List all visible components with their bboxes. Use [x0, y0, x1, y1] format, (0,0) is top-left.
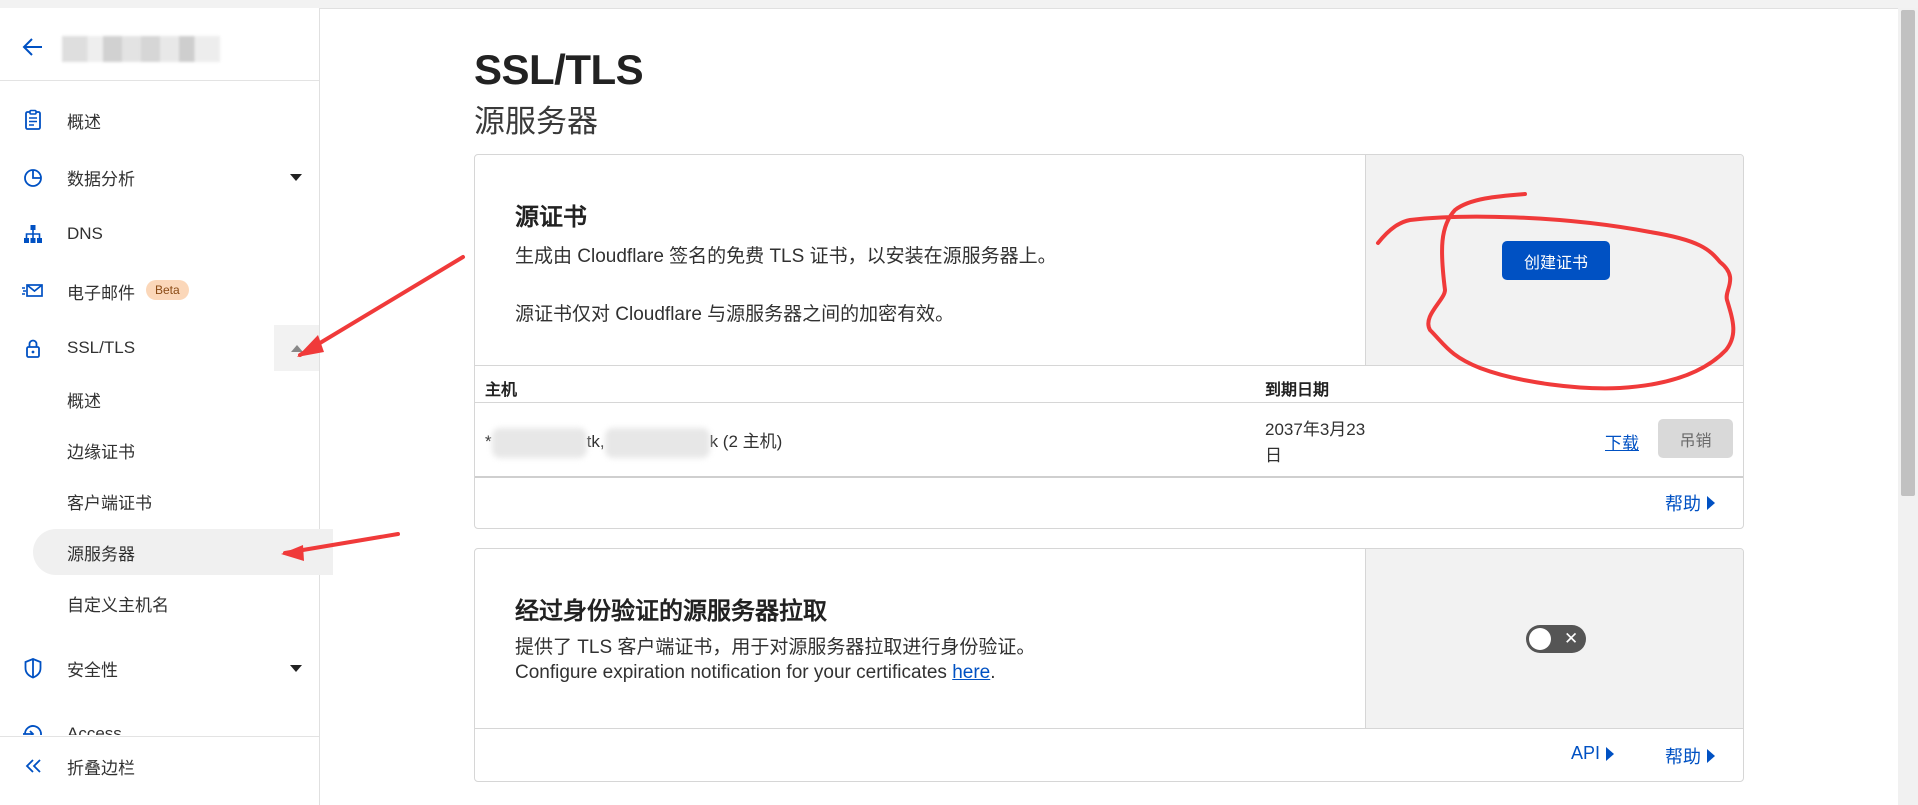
sub-item-label: 边缘证书	[67, 442, 135, 462]
note-text: Configure expiration notification for yo…	[515, 662, 953, 683]
sub-item-label: 概述	[67, 391, 101, 411]
expiry-date-line: 日	[1265, 446, 1282, 465]
shield-icon	[22, 657, 44, 679]
mail-icon	[22, 280, 44, 302]
sidebar: 概述 数据分析 DNS 电子邮件 Beta SSL/TLS 概述 边缘证书 客户…	[0, 8, 333, 805]
authenticated-origin-pulls-card: ✕ 经过身份验证的源服务器拉取 提供了 TLS 客户端证书，用于对源服务器拉取进…	[474, 548, 1744, 782]
sidebar-item-access[interactable]: Access	[0, 711, 319, 735]
api-link[interactable]: API	[1571, 743, 1615, 764]
card-divider	[475, 728, 1743, 729]
host-mid: tk,	[586, 432, 605, 451]
lock-icon	[22, 337, 44, 359]
chevron-up-icon	[291, 345, 303, 352]
help-label: 帮助	[1665, 494, 1701, 514]
download-link[interactable]: 下载	[1605, 429, 1639, 454]
ssl-sub-edge-certificates[interactable]: 边缘证书	[0, 427, 319, 473]
help-link[interactable]: 帮助	[1665, 490, 1715, 516]
expiry-date: 2037年3月23 日	[1265, 417, 1365, 469]
help-label: 帮助	[1665, 747, 1701, 767]
account-name-redacted	[62, 36, 220, 62]
redacted-host	[491, 427, 587, 458]
pie-chart-icon	[22, 166, 44, 188]
beta-badge: Beta	[146, 280, 189, 300]
certificate-hosts: * tk, k (2 主机)	[485, 427, 782, 458]
collapse-section-toggle[interactable]	[274, 325, 319, 371]
sidebar-item-label: 概述	[67, 112, 101, 132]
ssl-sub-custom-hostnames[interactable]: 自定义主机名	[0, 580, 319, 626]
sidebar-scroll-clip: Access	[0, 698, 319, 735]
sidebar-item-ssl-tls[interactable]: SSL/TLS	[0, 325, 319, 371]
toggle-knob	[1529, 628, 1551, 650]
sub-item-label: 自定义主机名	[67, 595, 169, 615]
access-icon	[22, 723, 44, 735]
origin-cert-note: 源证书仅对 Cloudflare 与源服务器之间的加密有效。	[515, 304, 955, 325]
sidebar-item-label: 电子邮件	[67, 283, 135, 303]
here-link[interactable]: here	[952, 662, 990, 683]
annotation-arrow	[298, 255, 465, 357]
triangle-right-icon	[1707, 496, 1715, 510]
aop-description: 提供了 TLS 客户端证书，用于对源服务器拉取进行身份验证。	[515, 637, 1036, 658]
collapse-label: 折叠边栏	[67, 758, 135, 778]
aop-toggle[interactable]: ✕	[1526, 625, 1586, 653]
page-title: SSL/TLS	[474, 46, 644, 93]
origin-cert-description: 生成由 Cloudflare 签名的免费 TLS 证书，以安装在源服务器上。	[515, 246, 1057, 267]
collapse-sidebar-button[interactable]: 折叠边栏	[0, 743, 319, 789]
chevron-down-icon	[290, 173, 302, 181]
origin-certificates-card: 创建证书 源证书 生成由 Cloudflare 签名的免费 TLS 证书，以安装…	[474, 154, 1744, 529]
revoke-button[interactable]: 吊销	[1658, 419, 1733, 458]
back-arrow-icon[interactable]	[20, 34, 46, 60]
document-icon	[22, 109, 44, 131]
table-divider	[475, 402, 1743, 403]
ssl-sub-overview[interactable]: 概述	[0, 376, 319, 422]
sidebar-divider	[0, 80, 319, 81]
origin-cert-heading: 源证书	[515, 204, 587, 231]
sub-item-label: 源服务器	[67, 544, 135, 564]
close-icon: ✕	[1564, 629, 1579, 648]
note-text: .	[990, 662, 996, 683]
sidebar-item-label: DNS	[67, 224, 103, 243]
double-chevron-left-icon	[22, 755, 44, 777]
sidebar-item-label: SSL/TLS	[67, 338, 136, 357]
redacted-host	[604, 427, 710, 458]
expiry-date-line: 2037年3月23	[1265, 420, 1366, 439]
sub-item-label: 客户端证书	[67, 493, 152, 513]
table-divider	[475, 476, 1743, 478]
chevron-down-icon	[290, 664, 302, 672]
network-tree-icon	[22, 223, 44, 245]
sidebar-item-overview[interactable]: 概述	[0, 97, 319, 143]
triangle-right-icon	[1606, 746, 1615, 761]
sidebar-item-analytics[interactable]: 数据分析	[0, 154, 319, 200]
help-link[interactable]: 帮助	[1665, 743, 1715, 769]
sidebar-item-label: Access	[67, 724, 122, 735]
sidebar-item-dns[interactable]: DNS	[0, 211, 319, 257]
sidebar-item-label: 安全性	[67, 660, 118, 680]
column-header-host: 主机	[485, 382, 518, 399]
sidebar-divider	[0, 736, 319, 737]
aop-heading: 经过身份验证的源服务器拉取	[515, 598, 827, 625]
sidebar-item-label: 数据分析	[67, 169, 135, 189]
sidebar-item-email[interactable]: 电子邮件 Beta	[0, 268, 319, 314]
host-prefix: *	[485, 432, 492, 451]
page-subtitle: 源服务器	[474, 104, 598, 139]
column-header-expiry: 到期日期	[1265, 382, 1330, 399]
aop-expiration-note: Configure expiration notification for yo…	[515, 662, 996, 684]
api-label: API	[1571, 743, 1601, 763]
scrollbar-thumb[interactable]	[1901, 10, 1915, 496]
triangle-right-icon	[1707, 749, 1715, 763]
ssl-sub-origin-server[interactable]: 源服务器	[0, 529, 333, 575]
card-action-panel: ✕	[1365, 549, 1743, 728]
create-certificate-button[interactable]: 创建证书	[1502, 241, 1610, 280]
card-action-panel: 创建证书	[1365, 155, 1743, 365]
host-suffix: k (2 主机)	[709, 432, 783, 451]
ssl-sub-client-certificates[interactable]: 客户端证书	[0, 478, 319, 524]
sidebar-item-security[interactable]: 安全性	[0, 645, 319, 691]
table-divider	[475, 365, 1743, 366]
